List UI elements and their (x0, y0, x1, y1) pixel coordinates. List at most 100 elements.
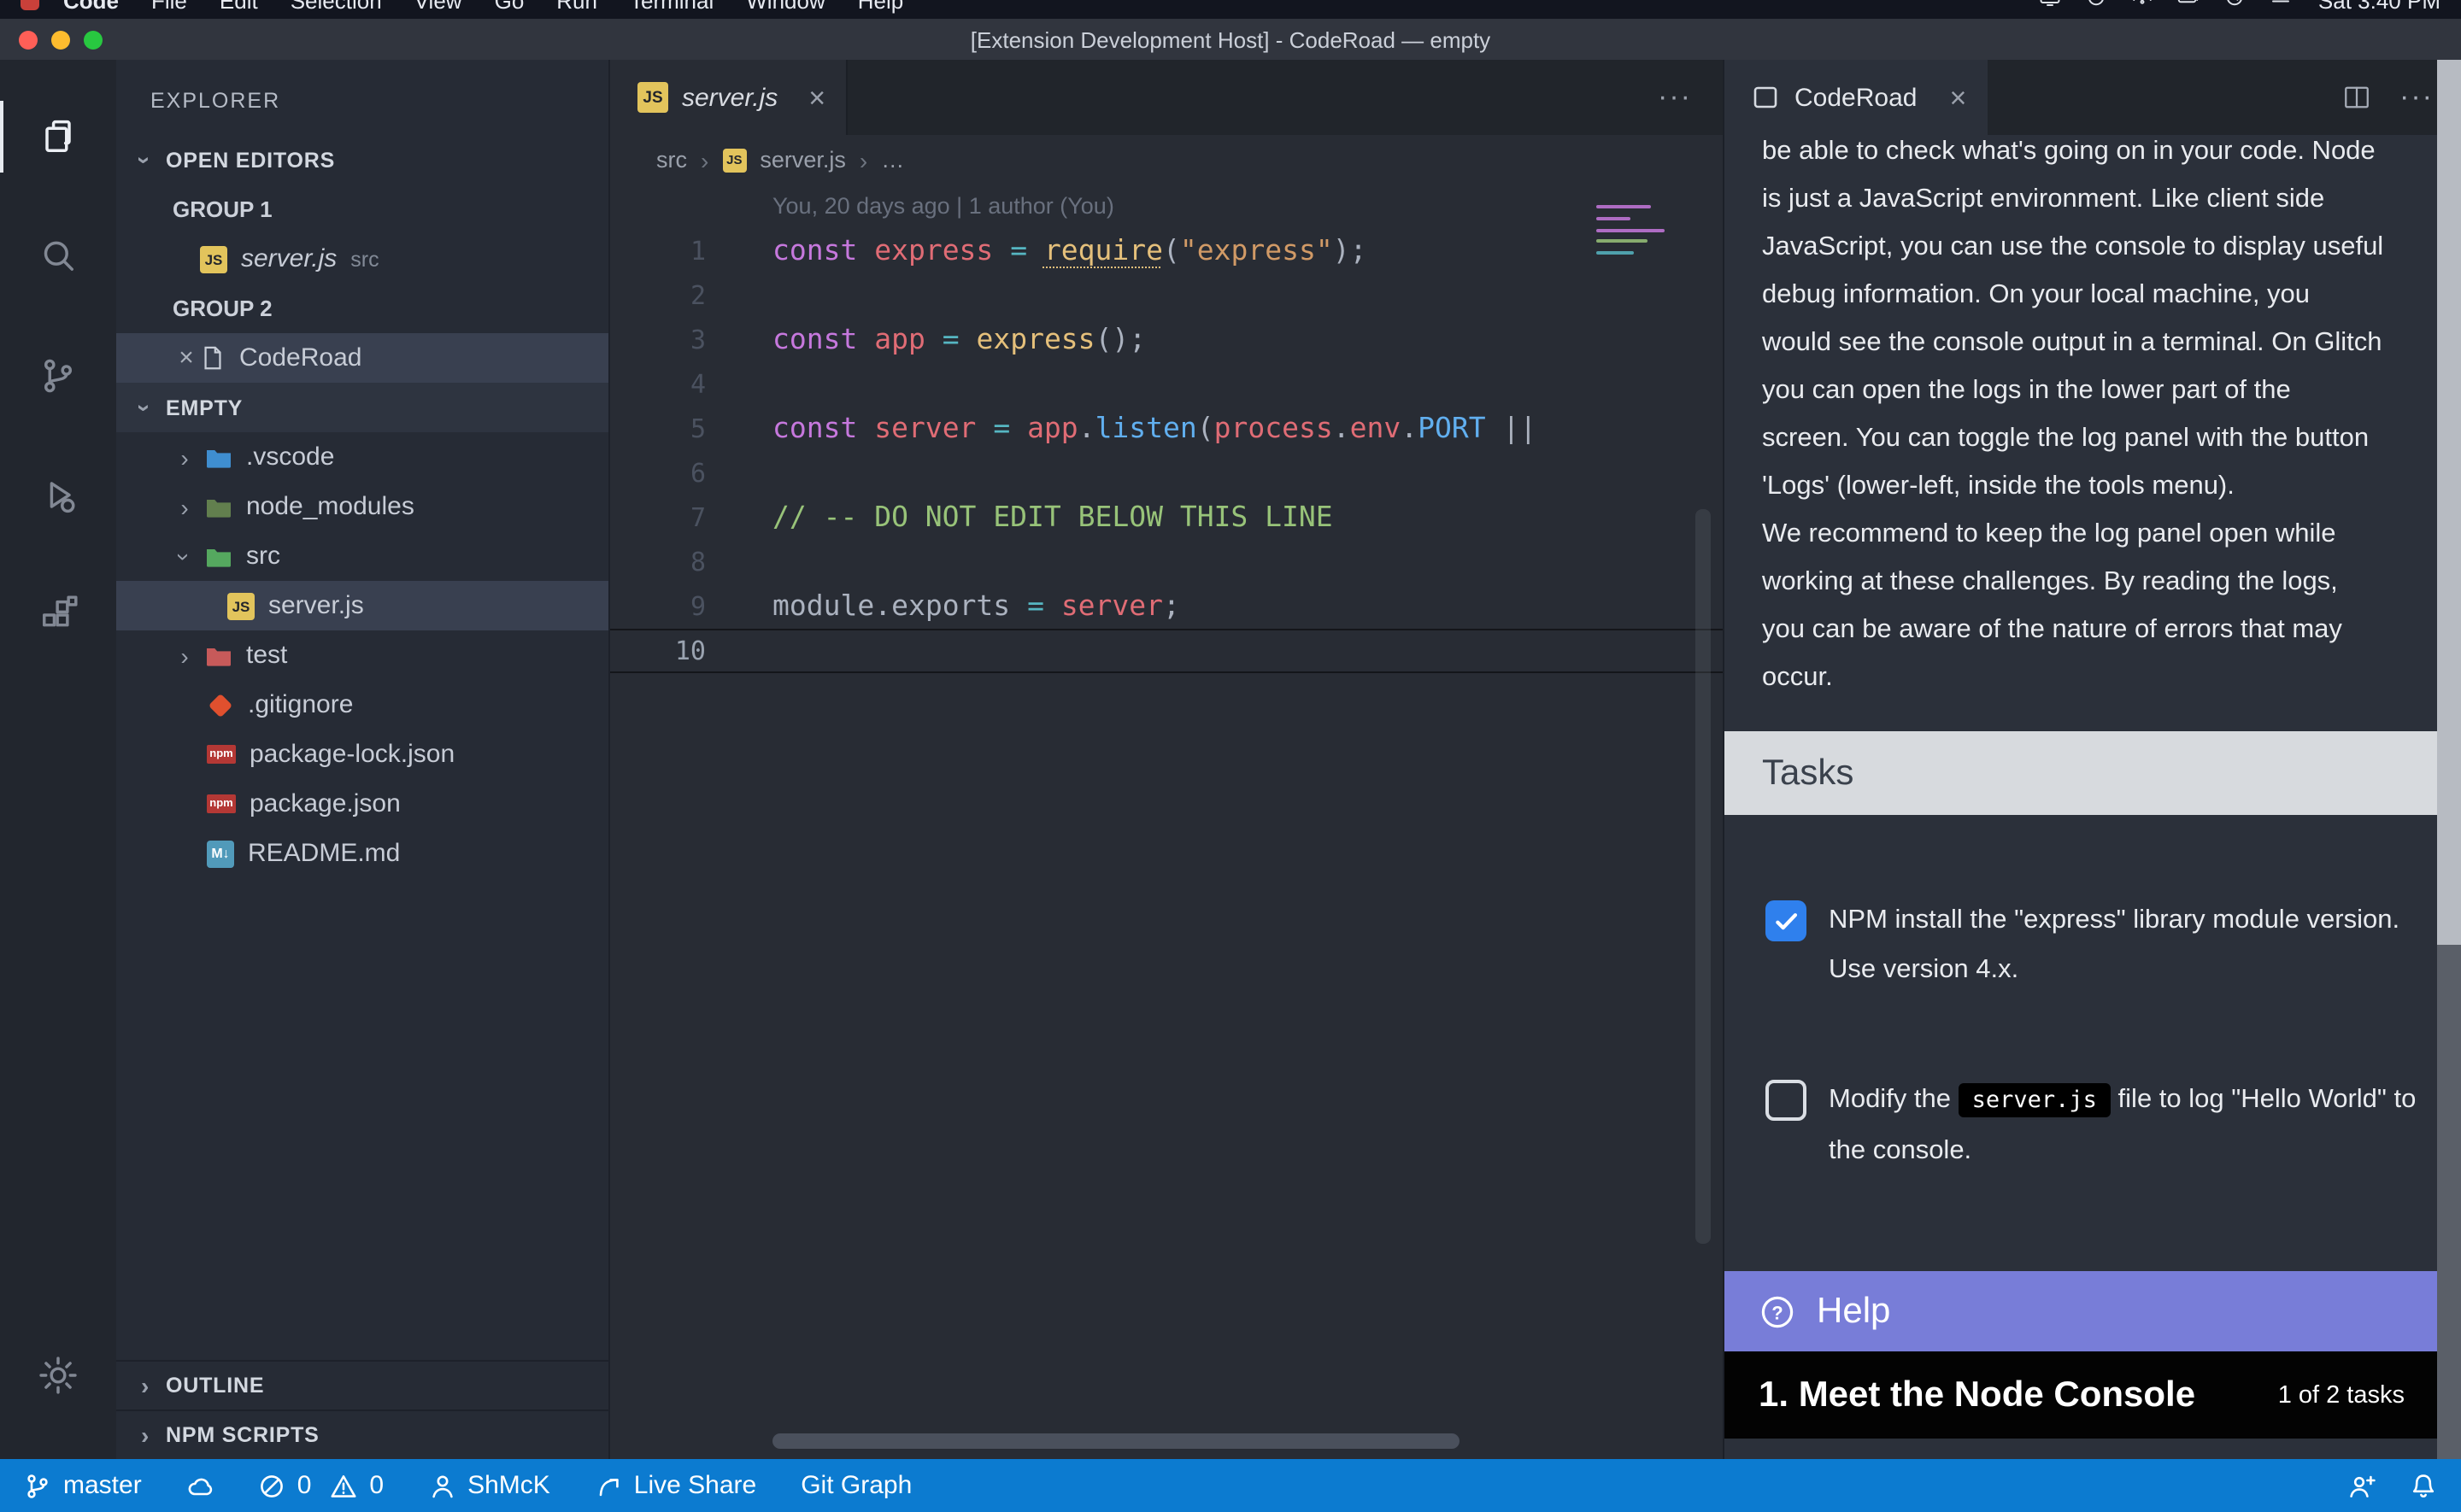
tab-coderoad[interactable]: CodeRoad × (1724, 60, 1987, 135)
tree-item-src[interactable]: ›src (116, 531, 608, 581)
activity-run-and-debug[interactable] (0, 436, 116, 555)
vscode-window: Code File Edit Selection View Go Run Terminal Wi… (0, 0, 2461, 1512)
chevron-right-icon: › (173, 642, 197, 669)
menu-selection[interactable]: Selection (291, 0, 382, 13)
panel-scrollbar[interactable] (2437, 60, 2461, 1459)
section-npm-scripts[interactable]: ›NPM SCRIPTS (116, 1409, 608, 1459)
activity-settings[interactable] (0, 1316, 116, 1435)
status-git-graph[interactable]: Git Graph (801, 1471, 912, 1500)
activity-source-control[interactable] (0, 316, 116, 436)
menu-file[interactable]: File (151, 0, 187, 13)
line-number: 5 (610, 407, 706, 451)
status-live-share[interactable]: Live Share (595, 1471, 756, 1500)
status-problems[interactable]: 00 (258, 1471, 384, 1500)
status-bar-left: master 00 ShMcK Live Share Git Graph (24, 1471, 912, 1500)
line-number: 3 (610, 318, 706, 362)
menu-edit[interactable]: Edit (220, 0, 258, 13)
activity-search[interactable] (0, 196, 116, 316)
tab-close-icon[interactable]: × (808, 83, 825, 112)
activity-explorer[interactable] (0, 77, 116, 196)
menubar-status-icon[interactable] (2130, 0, 2156, 10)
minimap[interactable] (1589, 195, 1668, 417)
menu-terminal[interactable]: Terminal (630, 0, 714, 13)
tree-item--gitignore[interactable]: .gitignore (116, 680, 608, 730)
status-cloud[interactable] (186, 1472, 214, 1499)
js-file-icon: JS (200, 245, 227, 273)
coderoad-panel: CodeRoad × ··· be able to check what's g… (1723, 60, 2461, 1459)
code-line-1: 1 const express = require("express"); (610, 229, 1723, 273)
menubar-status-icon[interactable] (2269, 0, 2294, 10)
tab-close-icon[interactable]: × (1949, 83, 1966, 112)
task-1-checkbox[interactable] (1765, 900, 1806, 941)
extensions-icon (36, 593, 80, 637)
task-2-checkbox[interactable] (1765, 1080, 1806, 1121)
tree-item-package-lock-json[interactable]: npmpackage-lock.json (116, 730, 608, 779)
tab-label: CodeRoad (1794, 83, 1917, 112)
cloud-icon (186, 1472, 214, 1499)
editor-horizontal-scrollbar[interactable] (772, 1433, 1460, 1449)
line-number: 1 (610, 229, 706, 273)
close-icon[interactable]: × (173, 343, 200, 372)
more-actions-icon[interactable]: ··· (2399, 80, 2434, 114)
help-icon: ? (1759, 1292, 1796, 1330)
menubar-status-icon[interactable] (2176, 0, 2202, 10)
tab-server-js[interactable]: JS server.js × (610, 60, 848, 135)
status-person-add[interactable] (2348, 1472, 2376, 1499)
status-shmck[interactable]: ShMcK (428, 1471, 550, 1500)
lesson-footer[interactable]: 1. Meet the Node Console 1 of 2 tasks (1724, 1351, 2439, 1439)
code-editor[interactable]: You, 20 days ago | 1 author (You) 1 cons… (610, 185, 1723, 1459)
menu-code[interactable]: Code (63, 0, 119, 13)
breadcrumb-file[interactable]: server.js (760, 147, 846, 173)
open-editor-server-js[interactable]: JSserver.jssrc (116, 234, 608, 284)
menu-clock[interactable]: Sat 3:40 PM (2318, 0, 2440, 13)
menu-window[interactable]: Window (746, 0, 825, 13)
file-icon (200, 345, 226, 371)
close-window-button[interactable] (19, 30, 38, 49)
tree-item-test[interactable]: ›test (116, 630, 608, 680)
section-empty[interactable]: ›EMPTY (116, 383, 608, 432)
menu-view[interactable]: View (414, 0, 462, 13)
code-line-6: 6 (610, 451, 1723, 495)
breadcrumb-symbol[interactable]: … (881, 147, 904, 173)
help-bar[interactable]: ? Help (1724, 1271, 2439, 1351)
menu-help[interactable]: Help (858, 0, 904, 13)
traffic-lights (19, 19, 103, 60)
menu-go[interactable]: Go (495, 0, 525, 13)
window-title-bar[interactable]: [Extension Development Host] - CodeRoad … (0, 19, 2461, 60)
section-open-editors[interactable]: ›OPEN EDITORS (116, 135, 608, 185)
editor-vertical-scrollbar[interactable] (1695, 509, 1711, 1244)
zoom-window-button[interactable] (84, 30, 103, 49)
task-progress: 1 of 2 tasks (2278, 1381, 2405, 1409)
status-master[interactable]: master (24, 1471, 142, 1500)
warning-icon (330, 1472, 357, 1499)
minimize-window-button[interactable] (51, 30, 70, 49)
panel-scrollbar-thumb[interactable] (2437, 60, 2461, 945)
sidebar-bottom-sections: ›OUTLINE›NPM SCRIPTS (116, 1360, 608, 1459)
menubar-status-icon[interactable] (2223, 0, 2248, 10)
webview-file-icon (1752, 84, 1779, 111)
bell-icon (2410, 1472, 2437, 1499)
editor-more-actions-icon[interactable]: ··· (1627, 80, 1723, 114)
apple-menu-icon[interactable] (21, 0, 39, 9)
tree-item-package-json[interactable]: npmpackage.json (116, 779, 608, 829)
tree-item-server-js[interactable]: JSserver.js (116, 581, 608, 630)
status-bell[interactable] (2410, 1472, 2437, 1499)
menubar-status-icon[interactable] (2084, 0, 2110, 10)
line-number: 4 (610, 362, 706, 407)
markdown-file-icon: M↓ (207, 840, 234, 867)
tree-item--vscode[interactable]: ›.vscode (116, 432, 608, 482)
search-icon (36, 234, 80, 278)
breadcrumb-src[interactable]: src (656, 147, 687, 173)
editor-group: JS server.js × ··· src › JS server.js › … (610, 60, 1723, 1459)
activity-bar (0, 60, 116, 1459)
split-editor-icon[interactable] (2341, 82, 2372, 113)
menu-run[interactable]: Run (556, 0, 597, 13)
tree-item-readme-md[interactable]: M↓README.md (116, 829, 608, 878)
menubar-status-icon[interactable] (2038, 0, 2064, 10)
section-outline[interactable]: ›OUTLINE (116, 1360, 608, 1409)
activity-extensions[interactable] (0, 555, 116, 675)
node-modules-folder-icon (205, 493, 232, 520)
code-line-3: 3 const app = express(); (610, 318, 1723, 362)
tree-item-node-modules[interactable]: ›node_modules (116, 482, 608, 531)
open-editor-coderoad[interactable]: ×CodeRoad (116, 333, 608, 383)
